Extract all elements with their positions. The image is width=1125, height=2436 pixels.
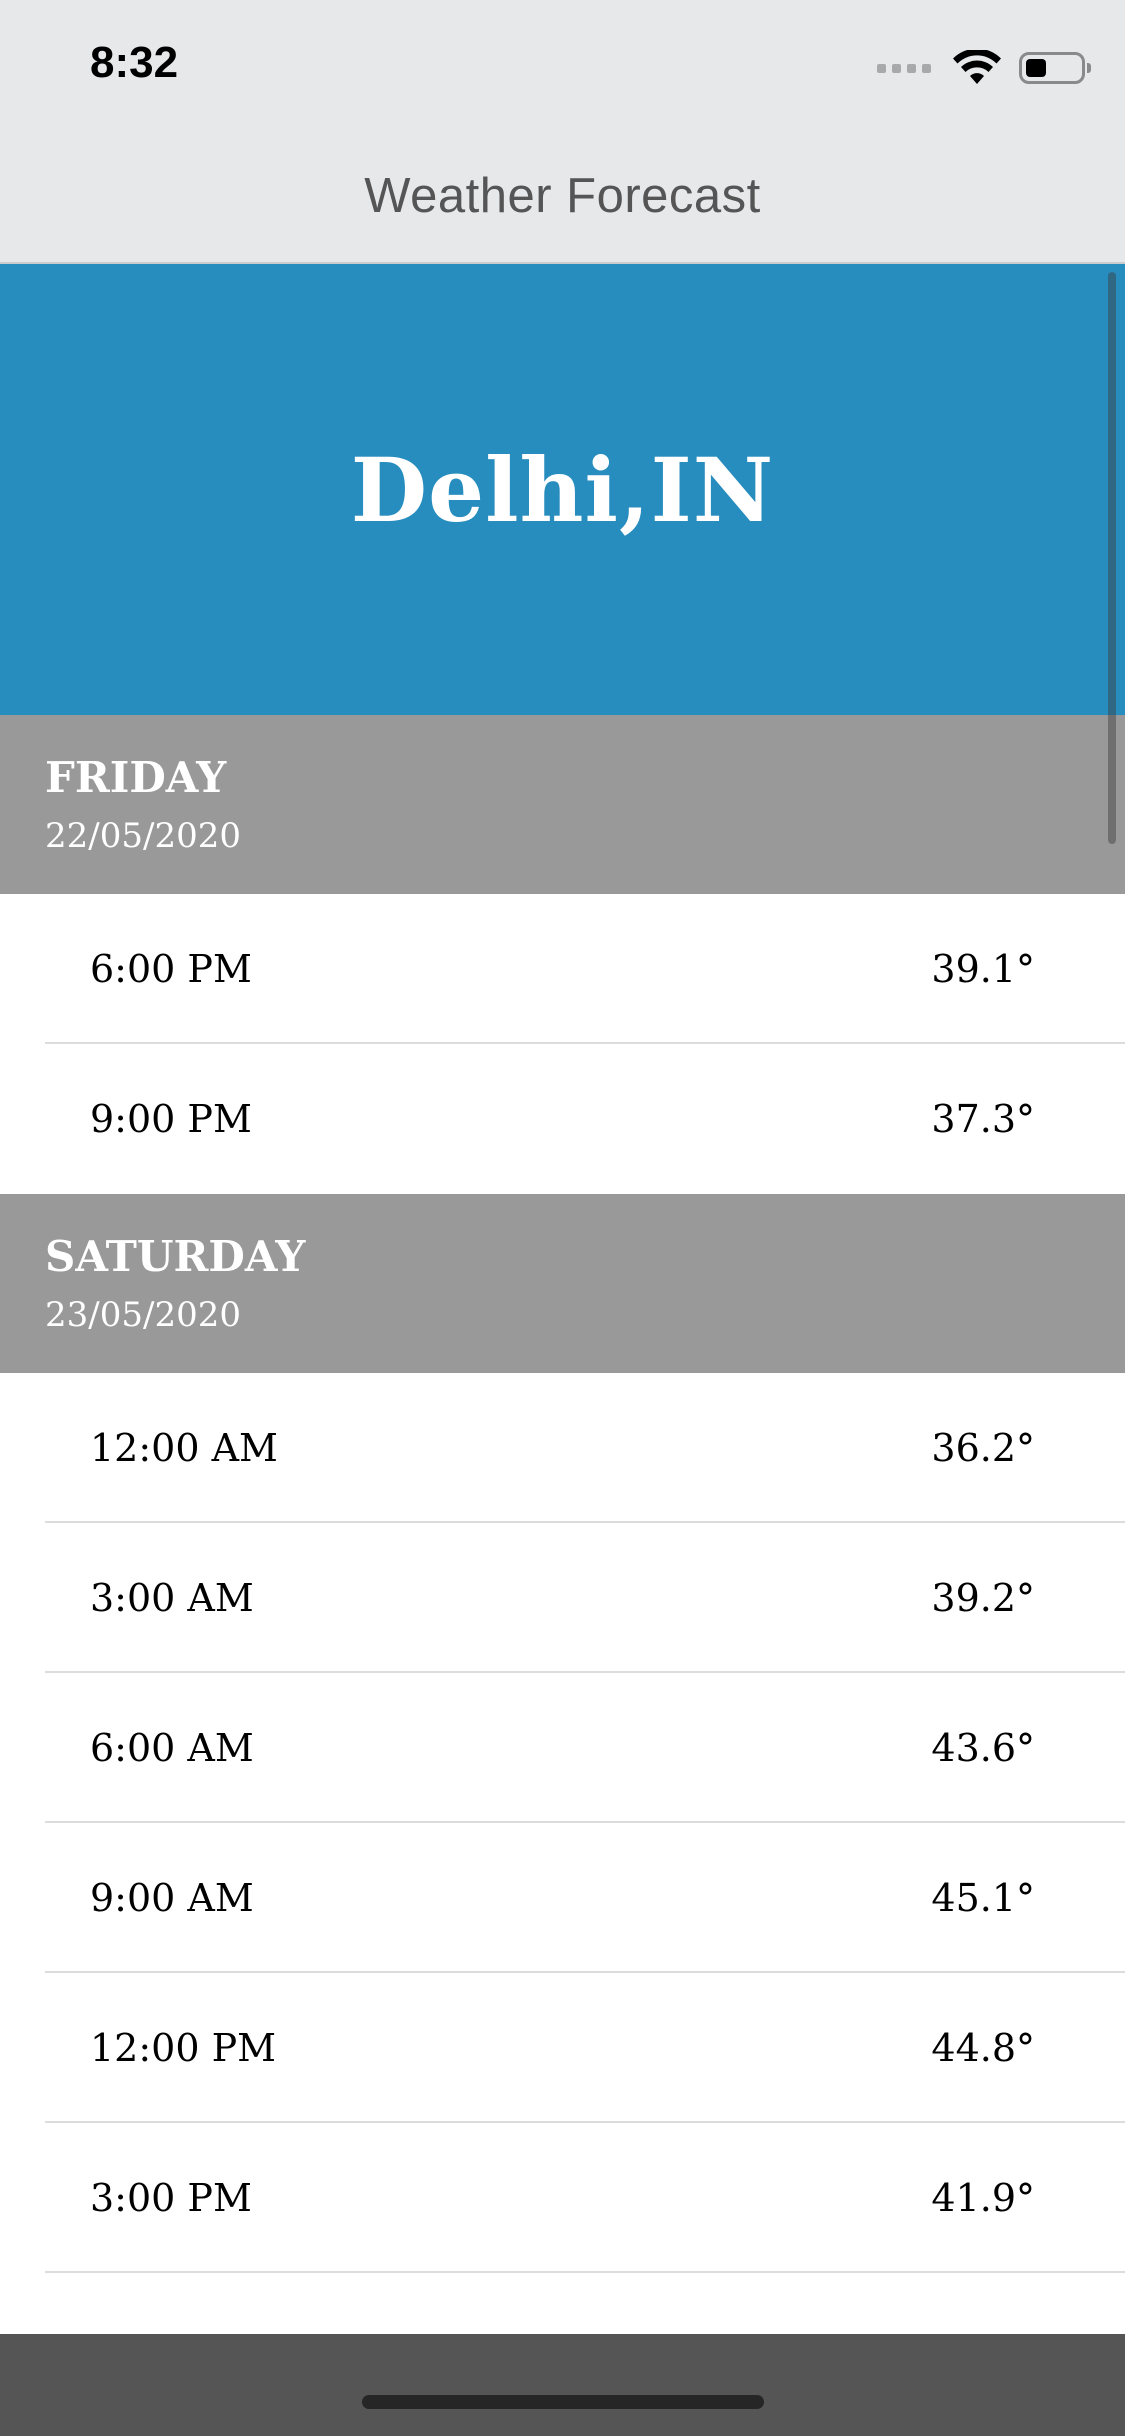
wifi-icon: [953, 50, 1001, 84]
forecast-time: 12:00 AM: [90, 1426, 278, 1470]
forecast-temperature: 41.9°: [931, 2176, 1035, 2220]
navigation-bar: 8:32 Weather Forecast: [0, 0, 1125, 264]
forecast-temperature: 39.1°: [931, 947, 1035, 991]
day-name: FRIDAY: [45, 753, 227, 802]
forecast-time: 9:00 PM: [90, 1097, 252, 1141]
forecast-temperature: 44.8°: [931, 2026, 1035, 2070]
forecast-row[interactable]: 6:00 PM 39.1°: [0, 894, 1125, 1044]
forecast-time: 6:00 AM: [90, 1726, 254, 1770]
city-name: Delhi,IN: [350, 437, 775, 542]
forecast-row[interactable]: 3:00 AM 39.2°: [0, 1523, 1125, 1673]
forecast-row[interactable]: 9:00 AM 45.1°: [0, 1823, 1125, 1973]
forecast-row[interactable]: 9:00 PM 37.3°: [0, 1044, 1125, 1194]
status-time: 8:32: [90, 38, 179, 87]
nav-title: Weather Forecast: [364, 169, 761, 223]
forecast-temperature: 37.3°: [931, 1097, 1035, 1141]
forecast-time: 6:00 PM: [90, 947, 252, 991]
battery-icon: [1019, 52, 1091, 84]
forecast-time: 12:00 PM: [90, 2026, 277, 2070]
day-date: 23/05/2020: [45, 1295, 241, 1335]
forecast-row[interactable]: 6:00 AM 43.6°: [0, 1673, 1125, 1823]
app-screen: 8:32 Weather Forecast Delhi,IN FRIDAY 22…: [0, 0, 1125, 2436]
forecast-time: 9:00 AM: [90, 1876, 254, 1920]
forecast-temperature: 45.1°: [931, 1876, 1035, 1920]
forecast-row[interactable]: 12:00 PM 44.8°: [0, 1973, 1125, 2123]
forecast-time: 3:00 PM: [90, 2176, 252, 2220]
home-indicator[interactable]: [362, 2395, 764, 2409]
day-section-header: FRIDAY 22/05/2020: [0, 715, 1125, 894]
scroll-indicator[interactable]: [1108, 272, 1116, 844]
forecast-row[interactable]: 3:00 PM 41.9°: [0, 2123, 1125, 2273]
day-section-header: SATURDAY 23/05/2020: [0, 1194, 1125, 1373]
bottom-bar: [0, 2334, 1125, 2436]
forecast-temperature: 43.6°: [931, 1726, 1035, 1770]
cellular-signal-icon: [877, 63, 931, 73]
status-icons: [877, 48, 1091, 88]
day-name: SATURDAY: [45, 1232, 306, 1281]
forecast-list[interactable]: FRIDAY 22/05/2020 6:00 PM 39.1° 9:00 PM …: [0, 715, 1125, 2273]
forecast-temperature: 36.2°: [931, 1426, 1035, 1470]
forecast-time: 3:00 AM: [90, 1576, 254, 1620]
city-header: Delhi,IN: [0, 264, 1125, 715]
day-date: 22/05/2020: [45, 816, 241, 856]
forecast-row[interactable]: 12:00 AM 36.2°: [0, 1373, 1125, 1523]
forecast-temperature: 39.2°: [931, 1576, 1035, 1620]
